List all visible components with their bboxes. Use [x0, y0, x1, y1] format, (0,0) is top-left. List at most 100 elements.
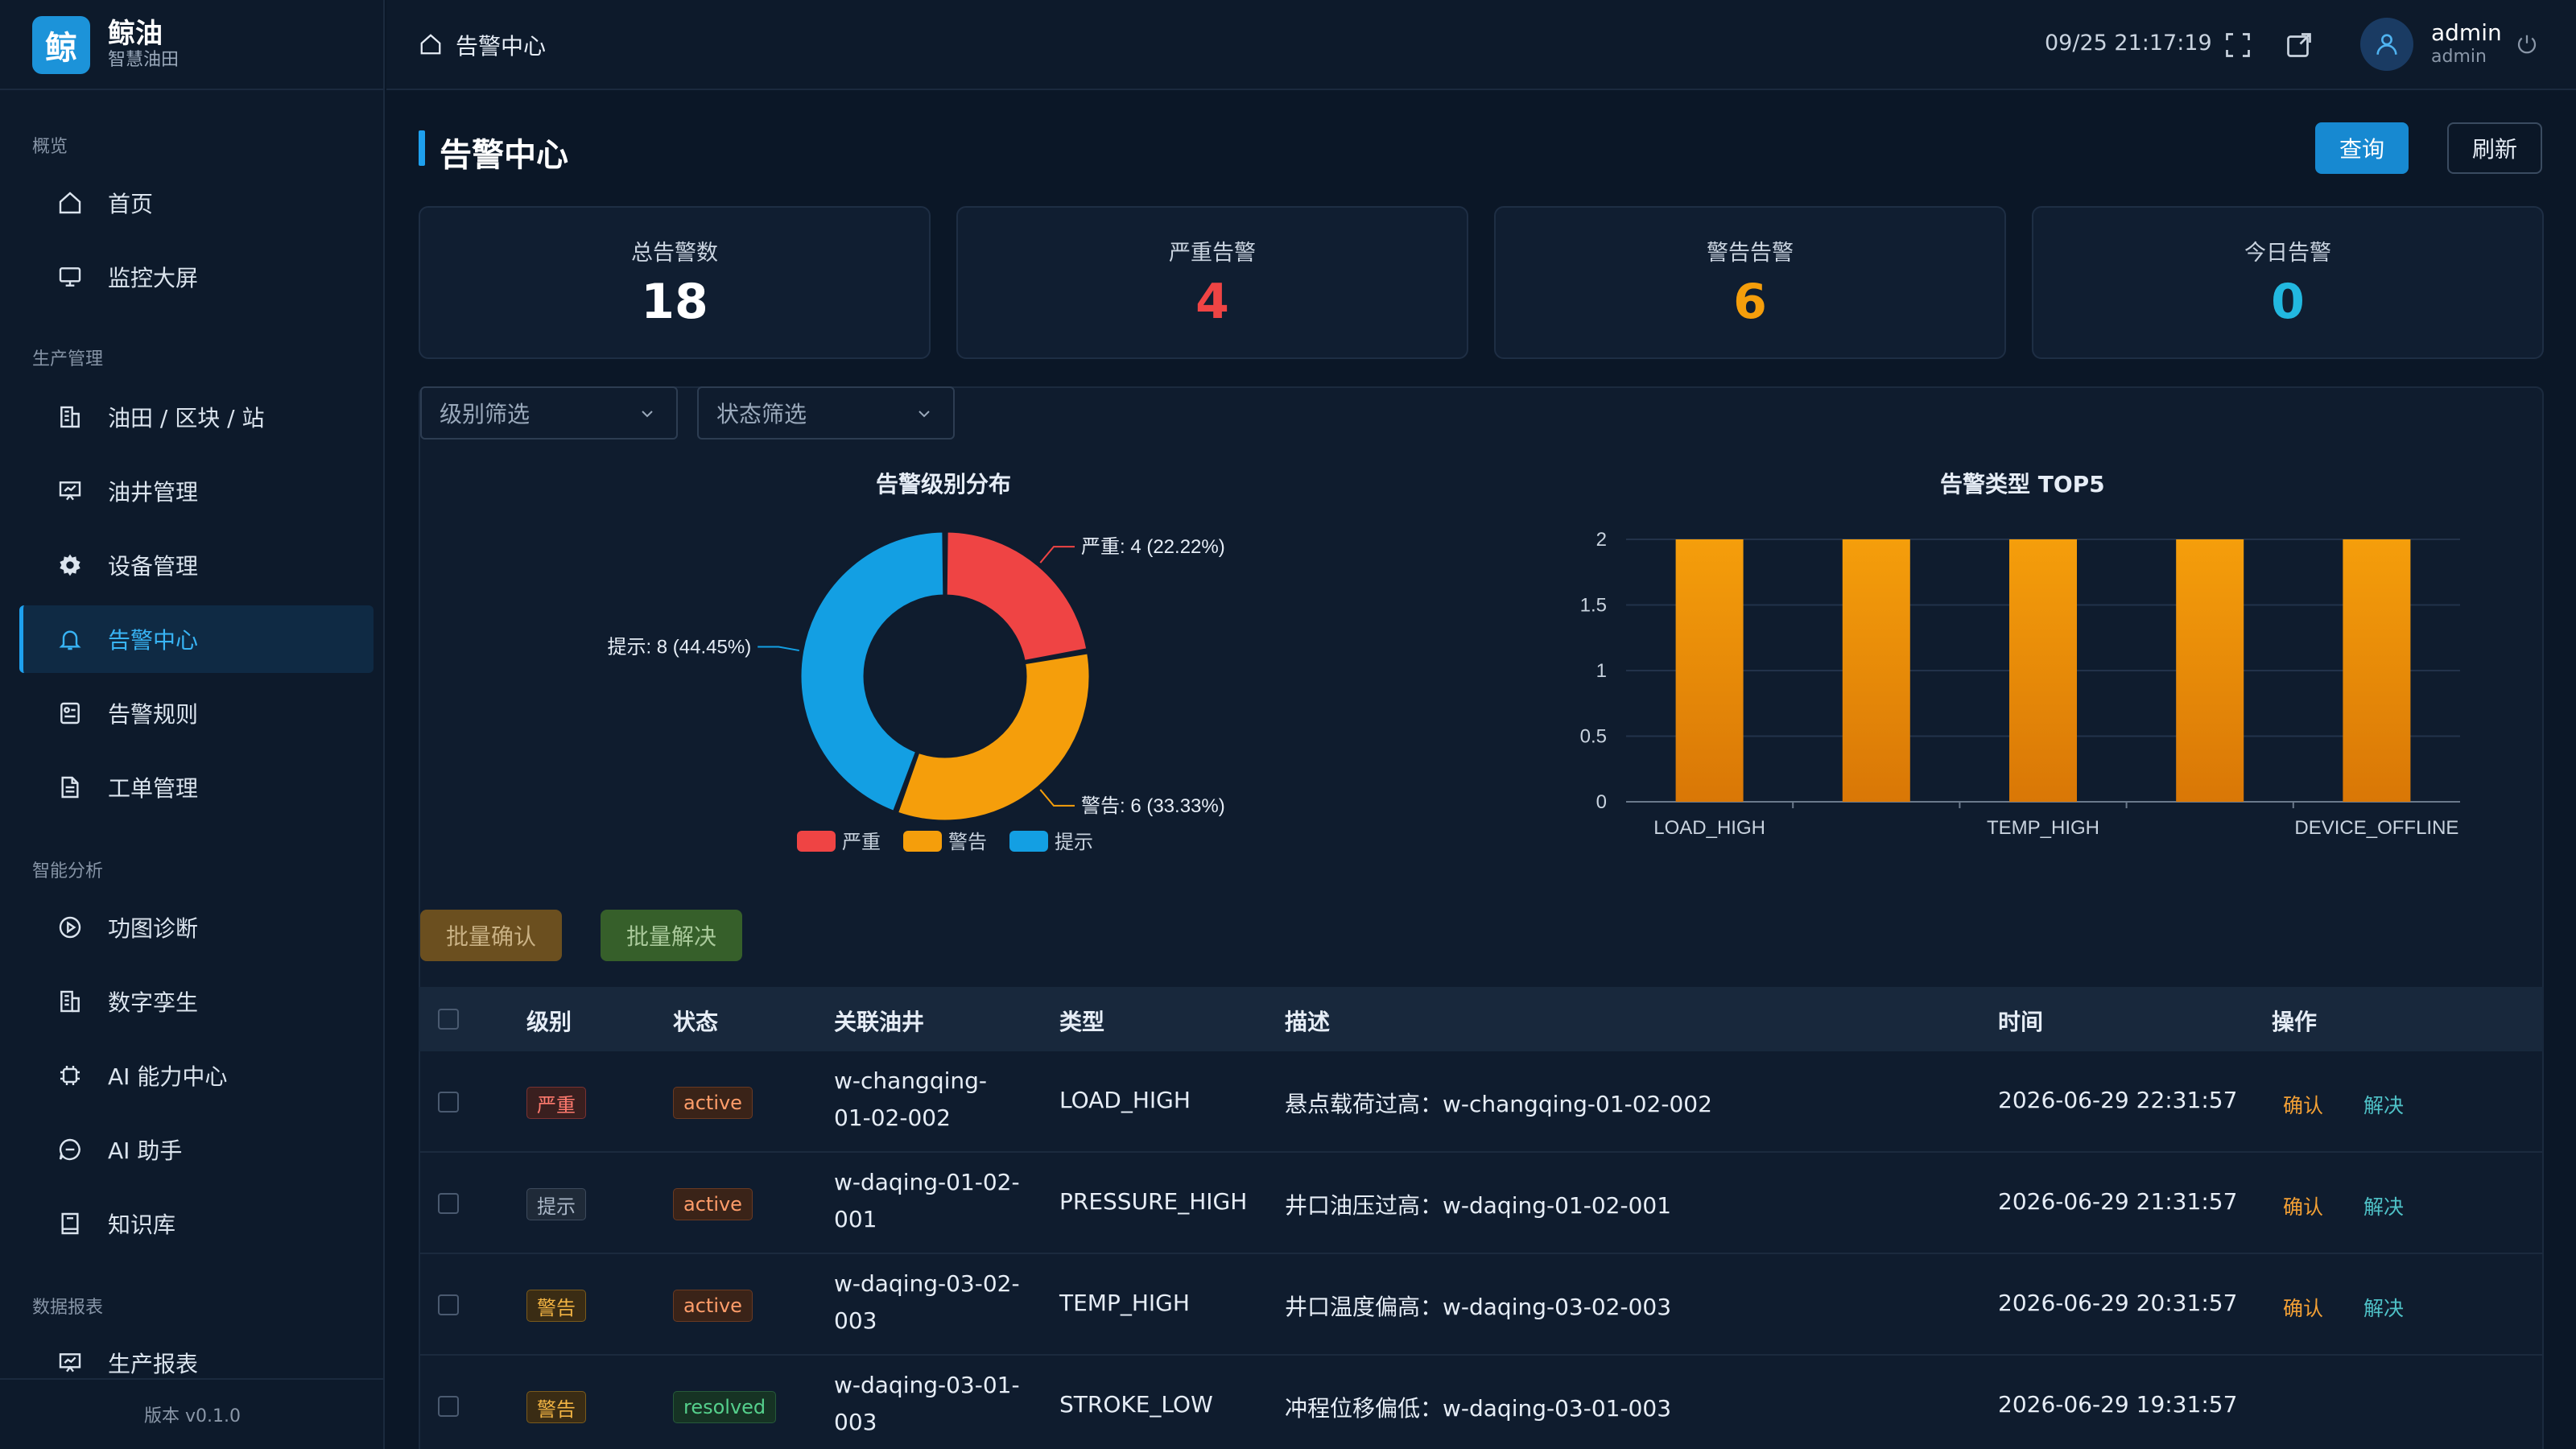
row-checkbox[interactable] — [438, 1396, 459, 1417]
legend-label-1[interactable]: 警告 — [948, 832, 987, 853]
row-checkbox[interactable] — [438, 1092, 459, 1113]
well-name-line2: 003 — [834, 1409, 877, 1435]
level-badge: 严重 — [526, 1087, 586, 1119]
bar-3[interactable] — [2176, 539, 2244, 802]
table-row[interactable]: 警告 active w-daqing-03-02- 003 TEMP_HIGH … — [419, 1254, 2544, 1356]
version-text: 版本 v0.1.0 — [144, 1406, 241, 1426]
well-name-line1: w-changqing- — [834, 1067, 987, 1094]
well-name-line1: w-daqing-01-02- — [834, 1169, 1020, 1195]
sidebar-item-label: 生产报表 — [108, 1351, 199, 1377]
legend-label-0[interactable]: 严重 — [842, 832, 881, 853]
bar-2[interactable] — [2009, 539, 2077, 802]
user-icon — [2376, 34, 2397, 55]
breadcrumb[interactable]: 告警中心 — [419, 29, 546, 61]
home-icon — [419, 32, 444, 58]
sidebar-item-label: 油田 / 区块 / 站 — [108, 405, 265, 431]
alarm-time: 2026-06-29 20:31:57 — [1998, 1290, 2238, 1316]
row-checkbox[interactable] — [438, 1294, 459, 1315]
stat-card-severe: 严重告警 4 — [956, 206, 1468, 359]
book-icon — [56, 1210, 84, 1237]
sidebar-item-label: 首页 — [108, 191, 154, 217]
select-all-checkbox[interactable] — [438, 1009, 459, 1030]
sidebar-item-digital-twin[interactable]: 数字孪生 — [19, 968, 374, 1035]
column-header-well: 关联油井 — [834, 1009, 925, 1035]
bar-chart-title: 告警类型 TOP5 — [1940, 471, 2105, 497]
gear-icon — [56, 551, 84, 579]
sidebar-item-devices[interactable]: 设备管理 — [19, 531, 374, 599]
pie-slice-1[interactable] — [895, 651, 1092, 823]
avatar[interactable] — [2360, 18, 2413, 71]
confirm-link[interactable]: 确认 — [2283, 1191, 2323, 1220]
resolve-link[interactable]: 解决 — [2363, 1191, 2404, 1220]
column-header-level: 级别 — [526, 1009, 572, 1035]
sidebar-item-ai-center[interactable]: AI 能力中心 — [19, 1042, 374, 1109]
well-name-line2: 01-02-002 — [834, 1104, 951, 1131]
legend-swatch-0 — [797, 831, 836, 852]
sidebar-item-wells[interactable]: 油井管理 — [19, 457, 374, 525]
stat-value: 18 — [641, 274, 708, 330]
sidebar-item-label: 告警规则 — [108, 701, 199, 728]
bar-0[interactable] — [1675, 539, 1744, 802]
confirm-link[interactable]: 确认 — [2283, 1293, 2323, 1322]
resolve-link[interactable]: 解决 — [2363, 1293, 2404, 1322]
sidebar-item-ai-assistant[interactable]: AI 助手 — [19, 1116, 374, 1183]
page-title: 告警中心 — [440, 137, 568, 174]
table-row[interactable]: 提示 active w-daqing-01-02- 001 PRESSURE_H… — [419, 1153, 2544, 1254]
stat-label: 今日告警 — [2244, 241, 2331, 266]
sidebar-item-knowledge-base[interactable]: 知识库 — [19, 1190, 374, 1257]
chat-icon — [56, 1136, 84, 1163]
status-badge: active — [673, 1087, 753, 1119]
bulk-confirm-button[interactable]: 批量确认 — [420, 910, 562, 961]
bulk-resolve-button[interactable]: 批量解决 — [601, 910, 742, 961]
y-tick-label-4: 2 — [1596, 529, 1607, 551]
table-header: 级别 状态 关联油井 类型 描述 时间 操作 — [419, 987, 2544, 1051]
column-header-type: 类型 — [1059, 1009, 1105, 1035]
column-header-actions: 操作 — [2272, 1009, 2318, 1035]
sidebar-item-home[interactable]: 首页 — [19, 169, 374, 237]
sidebar-item-monitor[interactable]: 监控大屏 — [19, 243, 374, 311]
query-button[interactable]: 查询 — [2315, 122, 2409, 174]
external-window-icon[interactable] — [2285, 31, 2314, 60]
legend-label-2[interactable]: 提示 — [1055, 832, 1093, 853]
sidebar-item-label: 数字孪生 — [108, 989, 199, 1016]
stat-label: 总告警数 — [631, 241, 718, 266]
column-header-time: 时间 — [1998, 1009, 2044, 1035]
alarm-type: PRESSURE_HIGH — [1059, 1188, 1248, 1215]
alarm-time: 2026-06-29 19:31:57 — [1998, 1391, 2238, 1418]
stat-value: 4 — [1195, 274, 1229, 330]
stat-label: 严重告警 — [1169, 241, 1256, 266]
pie-slice-0[interactable] — [944, 530, 1089, 663]
fullscreen-icon[interactable] — [2223, 31, 2252, 60]
sidebar-item-alarm-rules[interactable]: 告警规则 — [19, 679, 374, 747]
power-icon[interactable] — [2515, 32, 2544, 61]
sidebar: 鲸 鲸油 智慧油田 概览 首页 监控大屏 生产管理 油田 / 区块 / 站 油井… — [0, 0, 385, 1449]
level-filter-select[interactable]: 级别筛选 — [420, 386, 678, 440]
well-name-line2: 001 — [834, 1206, 877, 1232]
alarm-description: 井口油压过高：w-daqing-01-02-001 — [1285, 1192, 1672, 1219]
confirm-link[interactable]: 确认 — [2283, 1090, 2323, 1119]
sidebar-item-alarm-center[interactable]: 告警中心 — [19, 605, 374, 673]
sidebar-item-dynamometer[interactable]: 功图诊断 — [19, 894, 374, 961]
pie-slice-label-1: 警告: 6 (33.33%) — [1081, 795, 1225, 817]
sidebar-item-work-orders[interactable]: 工单管理 — [19, 753, 374, 821]
chevron-down-icon — [914, 404, 934, 423]
well-name-line2: 003 — [834, 1307, 877, 1334]
table-row[interactable]: 警告 resolved w-daqing-03-01- 003 STROKE_L… — [419, 1356, 2544, 1449]
status-filter-select[interactable]: 状态筛选 — [697, 386, 955, 440]
bar-1[interactable] — [1842, 539, 1910, 802]
y-tick-label-1: 0.5 — [1580, 726, 1607, 748]
sidebar-item-label: 设备管理 — [108, 553, 199, 580]
user-name: admin — [2431, 19, 2502, 46]
refresh-button[interactable]: 刷新 — [2447, 122, 2542, 174]
alarm-time: 2026-06-29 22:31:57 — [1998, 1087, 2238, 1113]
table-row[interactable]: 严重 active w-changqing- 01-02-002 LOAD_HI… — [419, 1051, 2544, 1153]
resolve-link[interactable]: 解决 — [2363, 1090, 2404, 1119]
status-badge: active — [673, 1290, 753, 1322]
y-tick-label-2: 1 — [1596, 660, 1607, 682]
alarm-description: 井口温度偏高：w-daqing-03-02-003 — [1285, 1294, 1672, 1320]
row-checkbox[interactable] — [438, 1193, 459, 1214]
level-badge: 提示 — [526, 1188, 586, 1220]
sidebar-item-oilfield[interactable]: 油田 / 区块 / 站 — [19, 383, 374, 451]
brand[interactable]: 鲸 鲸油 智慧油田 — [32, 16, 179, 74]
bar-4[interactable] — [2343, 539, 2411, 802]
